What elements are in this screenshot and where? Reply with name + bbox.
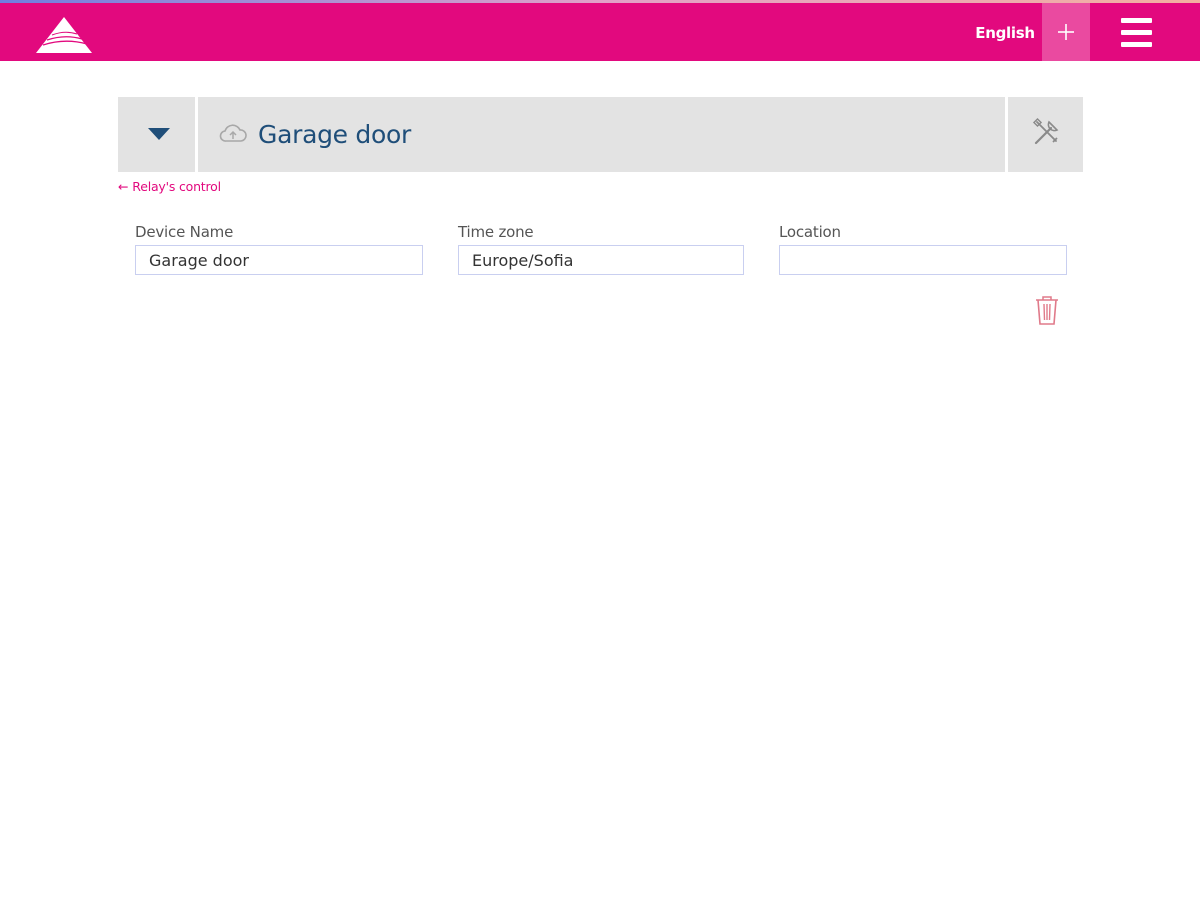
time-zone-field-group: Time zone: [458, 222, 744, 275]
language-selector[interactable]: English: [970, 21, 1040, 45]
time-zone-input[interactable]: [458, 245, 744, 275]
device-header-bar: Garage door: [118, 97, 1083, 172]
location-field-group: Location: [779, 222, 1067, 275]
device-name-input[interactable]: [135, 245, 423, 275]
time-zone-label: Time zone: [458, 223, 534, 241]
hamburger-menu-button[interactable]: [1108, 3, 1166, 61]
device-name-field-group: Device Name: [135, 222, 423, 275]
back-to-relays-control-link[interactable]: ← Relay's control: [118, 178, 221, 196]
tools-icon: [1032, 117, 1059, 145]
app-header: English: [0, 3, 1200, 61]
pyramid-logo-icon[interactable]: [35, 16, 93, 54]
trash-icon: [1036, 296, 1058, 325]
location-label: Location: [779, 223, 841, 241]
back-arrow-icon: ←: [118, 179, 129, 194]
collapse-button[interactable]: [118, 97, 198, 172]
device-settings-button[interactable]: [1005, 97, 1083, 172]
location-input[interactable]: [779, 245, 1067, 275]
delete-device-button[interactable]: [1034, 294, 1060, 330]
back-link-label: Relay's control: [132, 179, 221, 194]
device-title: Garage door: [258, 120, 411, 149]
plus-icon: [1058, 24, 1074, 40]
cloud-upload-icon: [218, 122, 248, 150]
device-name-label: Device Name: [135, 223, 234, 241]
caret-down-icon: [148, 128, 170, 140]
add-device-button[interactable]: [1042, 3, 1090, 61]
